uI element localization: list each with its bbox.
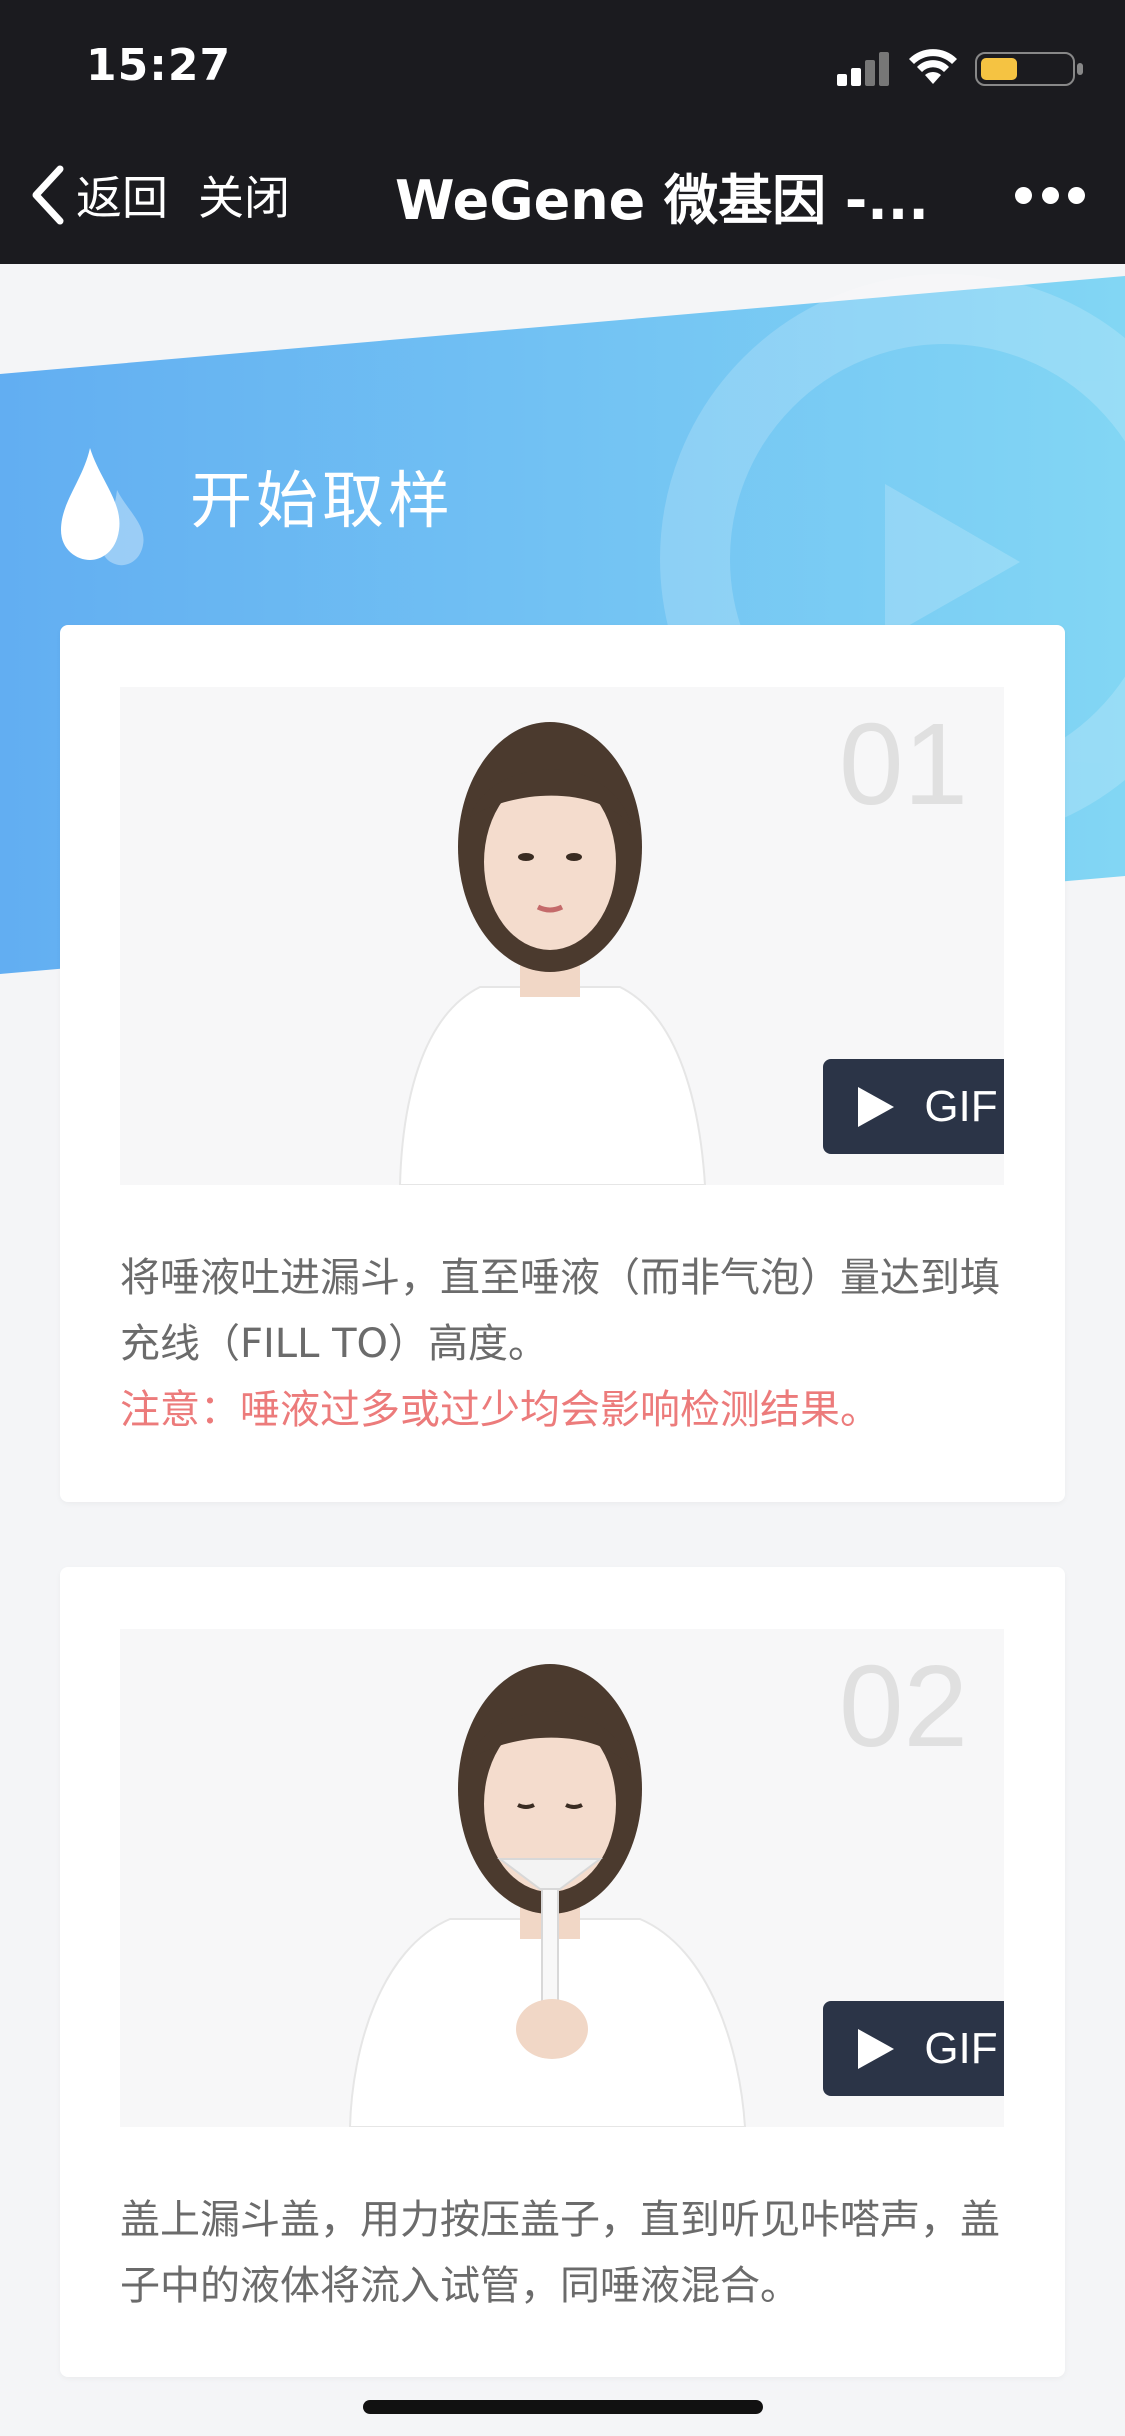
back-label: 返回 [76, 171, 168, 225]
more-dot-icon [1041, 186, 1059, 204]
water-drop-icon [61, 448, 144, 566]
more-menu-button[interactable] [1015, 175, 1085, 215]
play-icon [858, 2028, 895, 2069]
step-media-2: 02 GIF [120, 1629, 1004, 2127]
more-dot-icon [1068, 186, 1085, 204]
step-card-1: 01 GIF 将唾液吐进漏斗，直至唾液（而非气泡）量达到填充线（FILL TO）… [60, 625, 1065, 1502]
step-text: 盖上漏斗盖，用力按压盖子，直到听见咔嗒声，盖子中的液体将流入试管，同唾液混合。 [120, 2197, 1000, 2309]
step-description: 盖上漏斗盖，用力按压盖子，直到听见咔嗒声，盖子中的液体将流入试管，同唾液混合。 [120, 2187, 1020, 2319]
page-title: WeGene 微基因 -... [395, 168, 929, 232]
battery-icon [975, 52, 1083, 86]
wifi-icon [909, 49, 957, 84]
gif-play-button[interactable]: GIF [823, 1059, 1004, 1154]
step-text: 将唾液吐进漏斗，直至唾液（而非气泡）量达到填充线（FILL TO）高度。 [120, 1255, 1000, 1367]
gif-label: GIF [924, 2023, 998, 2073]
step-warning: 注意：唾液过多或过少均会影响检测结果。 [120, 1387, 880, 1433]
play-icon [858, 1086, 895, 1127]
chevron-left-icon [32, 165, 64, 225]
gif-label: GIF [924, 1081, 998, 1131]
back-button[interactable]: 返回 [26, 160, 168, 230]
home-indicator [363, 2400, 763, 2414]
section-title: 开始取样 [190, 464, 455, 537]
status-icons [825, 48, 1085, 88]
step-media-1: 01 GIF [120, 687, 1004, 1185]
gif-play-button[interactable]: GIF [823, 2001, 1004, 2096]
step-card-2: 02 GIF 盖上漏斗盖，用力按压盖子，直到听见咔嗒声，盖子中的液体将流入试管，… [60, 1567, 1065, 2377]
step-description: 将唾液吐进漏斗，直至唾液（而非气泡）量达到填充线（FILL TO）高度。 注意：… [120, 1245, 1020, 1443]
close-button[interactable]: 关闭 [198, 160, 290, 230]
step-number: 02 [838, 1641, 968, 1771]
step-number: 01 [838, 699, 968, 829]
top-bar: 15:27 返回 关闭 WeGene 微基因 -... [0, 0, 1125, 264]
status-time: 15:27 [86, 40, 232, 91]
cellular-signal-icon [837, 52, 889, 86]
more-dot-icon [1015, 186, 1032, 204]
